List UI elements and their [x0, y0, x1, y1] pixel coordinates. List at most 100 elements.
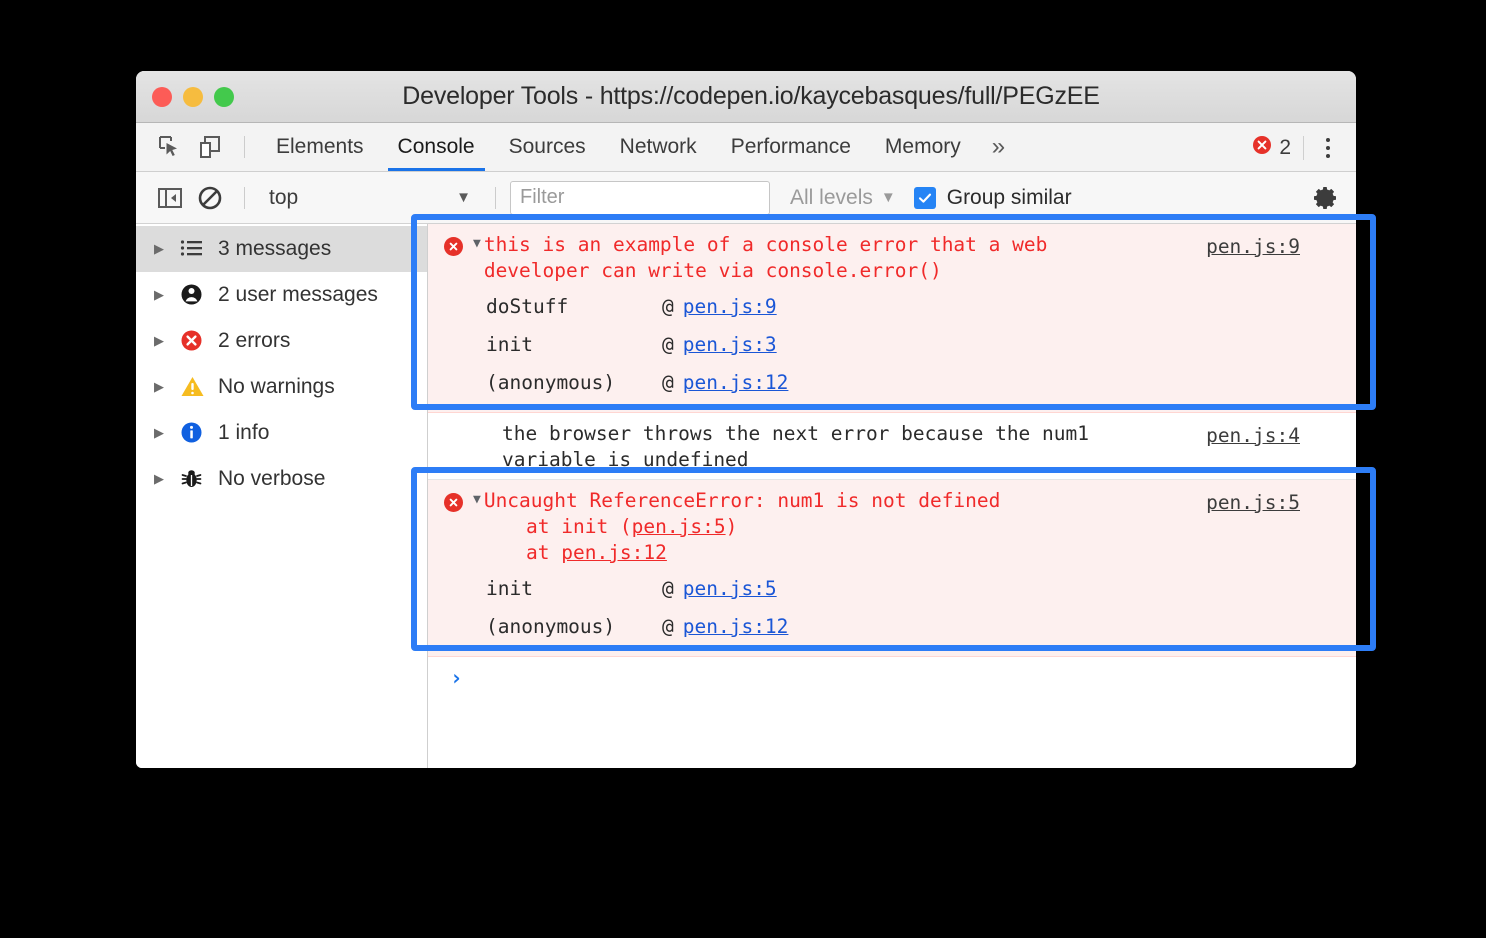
error-icon: [444, 237, 463, 256]
source-link[interactable]: pen.js:9: [1206, 235, 1300, 258]
kebab-dot: [1326, 146, 1330, 150]
prompt-chevron-icon: ›: [450, 666, 463, 690]
tab-elements[interactable]: Elements: [259, 124, 381, 171]
warning-icon: [180, 375, 218, 399]
sidebar-item-errors[interactable]: ▶ 2 errors: [136, 318, 427, 364]
filter-input[interactable]: [510, 181, 770, 215]
console-message-list: ▼ this is an example of a console error …: [428, 224, 1356, 768]
console-toolbar: top ▼ All levels ▼ Group similar: [136, 172, 1356, 224]
source-link[interactable]: pen.js:4: [1206, 424, 1300, 447]
console-body: ▶ 3 messages ▶: [136, 224, 1356, 768]
log-levels-selector[interactable]: All levels ▼: [790, 186, 896, 210]
tab-network[interactable]: Network: [603, 124, 714, 171]
tab-memory[interactable]: Memory: [868, 124, 978, 171]
chevron-down-icon: ▼: [881, 189, 896, 206]
tab-console[interactable]: Console: [381, 124, 492, 171]
stack-frame: init @ pen.js:3: [428, 326, 1356, 364]
error-count-badge[interactable]: 2: [1252, 135, 1291, 160]
stack-frame-link[interactable]: pen.js:12: [683, 364, 789, 402]
stack-frame: init @ pen.js:5: [428, 570, 1356, 608]
stack-frame: (anonymous) @ pen.js:12: [428, 364, 1356, 402]
source-link[interactable]: pen.js:5: [1206, 491, 1300, 514]
group-similar-toggle[interactable]: Group similar: [914, 186, 1072, 210]
more-tabs-icon[interactable]: »: [978, 124, 1019, 171]
sidebar-item-label: No verbose: [218, 467, 325, 491]
toolbar-divider: [495, 187, 496, 209]
console-prompt[interactable]: ›: [428, 657, 1356, 699]
more-options-icon[interactable]: [1310, 128, 1346, 168]
person-icon: [180, 283, 218, 307]
toolbar-divider: [244, 187, 245, 209]
inner-stack-link[interactable]: pen.js:5: [632, 515, 726, 538]
inner-stack-trace: at init (pen.js:5) at pen.js:12: [428, 514, 1356, 566]
sidebar-item-label: 1 info: [218, 421, 269, 445]
close-button[interactable]: [152, 87, 172, 107]
stack-frame-link[interactable]: pen.js:5: [683, 570, 777, 608]
expand-arrow-icon[interactable]: ▶: [154, 287, 180, 303]
minimize-button[interactable]: [183, 87, 203, 107]
device-toolbar-icon[interactable]: [190, 127, 230, 167]
devtools-tab-bar: Elements Console Sources Network Perform…: [136, 123, 1356, 172]
gear-icon[interactable]: [1310, 183, 1340, 218]
sidebar-item-label: 2 user messages: [218, 283, 378, 307]
sidebar-item-info[interactable]: ▶ 1 info: [136, 410, 427, 456]
stack-frame-link[interactable]: pen.js:3: [683, 326, 777, 364]
message-header: ▼ Uncaught ReferenceError: num1 is not d…: [428, 486, 1356, 514]
sidebar-item-label: No warnings: [218, 375, 335, 399]
tab-sources[interactable]: Sources: [492, 124, 603, 171]
sidebar-item-label: 2 errors: [218, 329, 290, 353]
disclosure-triangle-icon[interactable]: ▼: [473, 492, 481, 507]
stack-frame-link[interactable]: pen.js:9: [683, 288, 777, 326]
inner-stack-line: at init (pen.js:5): [428, 514, 1356, 540]
message-header: ▼ this is an example of a console error …: [428, 230, 1356, 284]
sidebar-item-verbose[interactable]: ▶ No verbose: [136, 456, 427, 502]
log-levels-label: All levels: [790, 186, 873, 210]
sidebar-item-warnings[interactable]: ▶ No warnings: [136, 364, 427, 410]
zoom-button[interactable]: [214, 87, 234, 107]
chevron-down-icon: ▼: [456, 189, 471, 206]
execution-context-selector[interactable]: top ▼: [259, 181, 481, 215]
info-icon: [180, 421, 218, 445]
tab-bar-right: 2: [1252, 123, 1346, 172]
inner-stack-prefix: at: [526, 541, 561, 564]
expand-arrow-icon[interactable]: ▶: [154, 379, 180, 395]
stack-frame-function: init: [486, 570, 662, 608]
inner-stack-prefix: at init (: [526, 515, 632, 538]
stack-frame-at: @: [662, 326, 674, 364]
disclosure-triangle-icon[interactable]: ▼: [473, 236, 481, 251]
inner-stack-link[interactable]: pen.js:12: [561, 541, 667, 564]
tab-performance[interactable]: Performance: [714, 124, 868, 171]
stack-frame-at: @: [662, 288, 674, 326]
message-header: the browser throws the next error becaus…: [428, 419, 1356, 473]
expand-arrow-icon[interactable]: ▶: [154, 471, 180, 487]
stack-frame: doStuff @ pen.js:9: [428, 288, 1356, 326]
console-message-error-1[interactable]: ▼ this is an example of a console error …: [428, 224, 1356, 413]
kebab-dot: [1326, 138, 1330, 142]
stack-frame-at: @: [662, 364, 674, 402]
stack-frame-at: @: [662, 570, 674, 608]
stack-frame-link[interactable]: pen.js:12: [683, 608, 789, 646]
panel-tabs: Elements Console Sources Network Perform…: [259, 124, 1019, 171]
console-message-log-2[interactable]: the browser throws the next error becaus…: [428, 413, 1356, 480]
expand-arrow-icon[interactable]: ▶: [154, 333, 180, 349]
error-icon: [180, 329, 218, 353]
expand-arrow-icon[interactable]: ▶: [154, 425, 180, 441]
group-similar-label: Group similar: [947, 186, 1072, 210]
window-title: Developer Tools - https://codepen.io/kay…: [136, 82, 1356, 111]
group-similar-checkbox[interactable]: [914, 187, 936, 209]
sidebar-item-user-messages[interactable]: ▶ 2 user messages: [136, 272, 427, 318]
inspect-element-icon[interactable]: [150, 127, 190, 167]
clear-console-icon[interactable]: [190, 178, 230, 218]
toolbar-divider: [244, 136, 245, 158]
stack-frame-function: (anonymous): [486, 364, 662, 402]
sidebar-item-messages[interactable]: ▶ 3 messages: [136, 226, 427, 272]
tabbar-divider: [1303, 136, 1304, 160]
kebab-dot: [1326, 154, 1330, 158]
show-console-sidebar-icon[interactable]: [150, 178, 190, 218]
title-bar: Developer Tools - https://codepen.io/kay…: [136, 71, 1356, 123]
inner-stack-line: at pen.js:12: [428, 540, 1356, 566]
expand-arrow-icon[interactable]: ▶: [154, 241, 180, 257]
console-message-error-3[interactable]: ▼ Uncaught ReferenceError: num1 is not d…: [428, 480, 1356, 657]
traffic-lights: [152, 87, 234, 107]
stack-frame-function: doStuff: [486, 288, 662, 326]
